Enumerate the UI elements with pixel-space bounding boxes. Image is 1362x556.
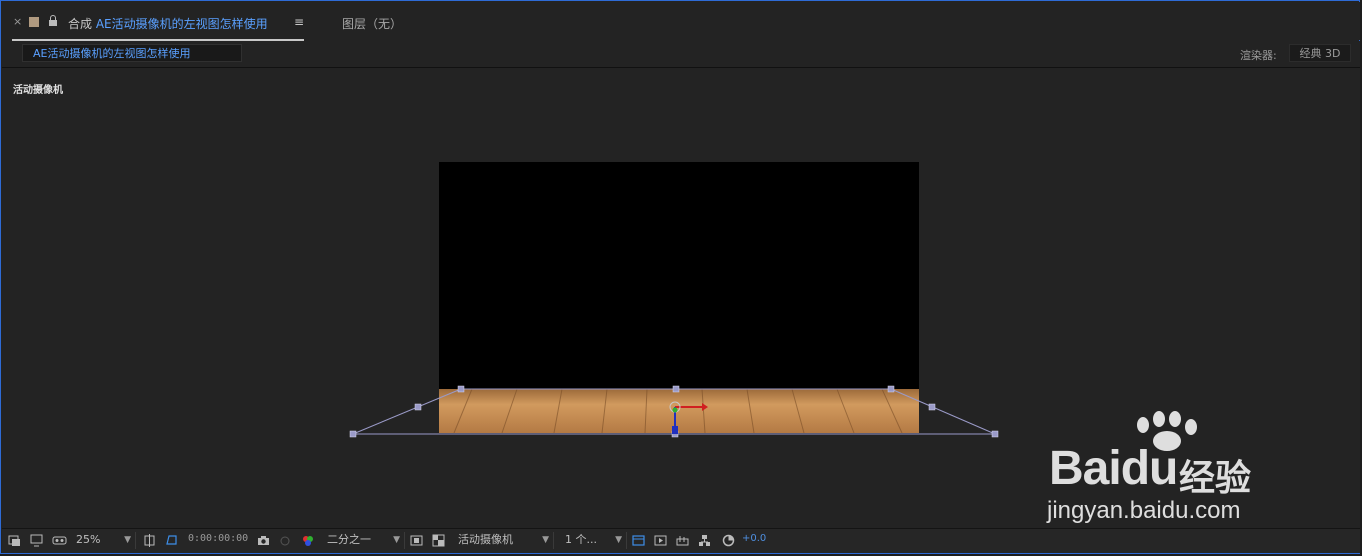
watermark-brand: Baidu [1049, 441, 1179, 496]
exposure-value[interactable]: +0.0 [742, 533, 766, 544]
current-time[interactable]: 0:00:00:00 [188, 533, 248, 544]
vr-icon[interactable] [52, 534, 68, 547]
3d-view-dropdown[interactable]: 活动摄像机 ▼ [454, 532, 554, 549]
panel-menu-icon[interactable]: ≡ [294, 15, 304, 29]
always-preview-icon[interactable] [8, 534, 21, 547]
view-layout-dropdown[interactable]: 1 个... ▼ [561, 532, 627, 549]
view-layout-value: 1 个... [565, 533, 597, 546]
wood-floor-layer [439, 389, 919, 433]
show-snapshot-icon[interactable] [279, 534, 292, 547]
tab-prefix: 合成 [68, 17, 93, 31]
watermark-brand-left: Bai [1049, 442, 1122, 495]
resolution-dropdown[interactable]: 二分之一 ▼ [323, 532, 405, 549]
zoom-dropdown[interactable]: 25% ▼ [72, 532, 136, 549]
breadcrumb[interactable]: AE活动摄像机的左视图怎样使用 [22, 44, 242, 62]
chevron-down-icon: ▼ [124, 535, 131, 545]
fit-frame-icon[interactable] [143, 534, 156, 547]
target-region-icon[interactable] [410, 534, 423, 547]
renderer-dropdown[interactable]: 经典 3D [1289, 44, 1351, 62]
timeline-icon[interactable] [676, 534, 689, 547]
tab-comp-name: AE活动摄像机的左视图怎样使用 [95, 17, 268, 31]
panel-tab-bar: × 合成 AE活动摄像机的左视图怎样使用 ≡ 图层（无） [2, 2, 1360, 41]
close-icon[interactable]: × [13, 15, 22, 28]
zoom-value: 25% [76, 533, 101, 546]
lock-icon[interactable] [49, 15, 57, 26]
chevron-down-icon: ▼ [393, 535, 400, 545]
monitor-icon[interactable] [30, 534, 43, 547]
transparency-grid-icon[interactable] [432, 534, 445, 547]
watermark-brand-right: du [1120, 442, 1179, 495]
chevron-down-icon: ▼ [542, 535, 549, 545]
tab-layer[interactable]: 图层（无） [342, 15, 402, 32]
channel-icon[interactable] [301, 534, 314, 547]
region-of-interest-icon[interactable] [165, 534, 178, 547]
fast-preview-icon[interactable] [654, 534, 667, 547]
3d-view-value: 活动摄像机 [458, 533, 513, 546]
color-swatch-icon[interactable] [29, 17, 39, 27]
reset-exposure-icon[interactable] [722, 534, 735, 547]
renderer-label: 渲染器: [1240, 49, 1277, 62]
chevron-down-icon: ▼ [615, 535, 622, 545]
watermark-url: jingyan.baidu.com [1047, 497, 1241, 524]
camera-snapshot-icon[interactable] [257, 534, 270, 547]
flowchart-icon[interactable] [698, 534, 711, 547]
resolution-value: 二分之一 [327, 533, 371, 546]
composition-panel: × 合成 AE活动摄像机的左视图怎样使用 ≡ 图层（无） AE活动摄像机的左视图… [0, 0, 1360, 554]
comp-navigator-bar: AE活动摄像机的左视图怎样使用 渲染器: 经典 3D [2, 41, 1360, 68]
watermark-cn: 经验 [1179, 458, 1252, 499]
toggle-view-options-icon[interactable] [632, 534, 645, 547]
viewer-toolbar: 25% ▼ 0:00:00:00 二分之一 ▼ 活动摄像机 ▼ 1 个... ▼ +0.… [2, 528, 1360, 553]
tab-composition[interactable]: 合成 AE活动摄像机的左视图怎样使用 [68, 15, 268, 32]
